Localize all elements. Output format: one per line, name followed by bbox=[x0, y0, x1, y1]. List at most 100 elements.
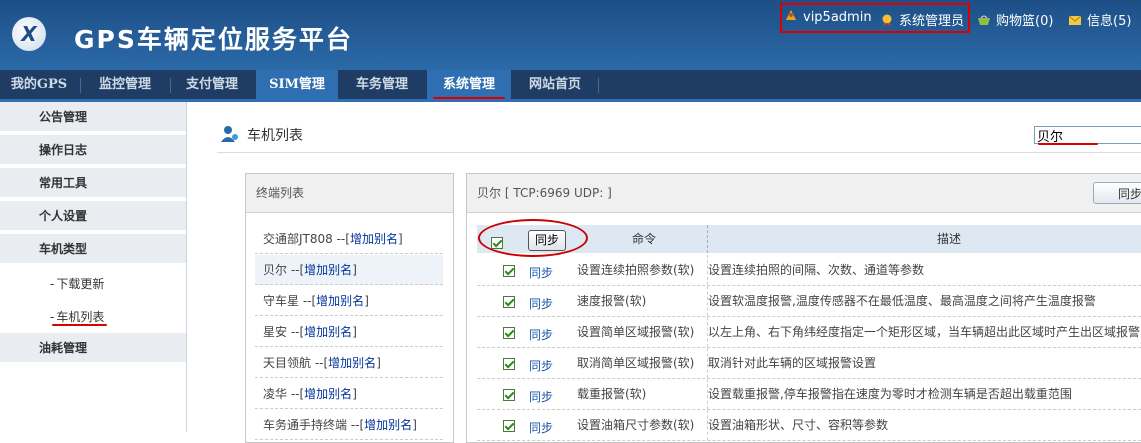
command-row: 同步 速度报警(软) 设置软温度报警,温度传感器不在最低温度、最高温度之间将产生… bbox=[477, 286, 1141, 317]
command-name: 设置油箱尺寸参数(软) bbox=[577, 418, 695, 432]
command-name: 取消简单区域报警(软) bbox=[577, 356, 695, 370]
page-title: 车机列表 bbox=[247, 128, 303, 144]
divider bbox=[217, 152, 1141, 153]
terminal-row[interactable]: 交通部JT808 --[增加别名] bbox=[255, 224, 443, 254]
add-alias-link[interactable]: 增加别名 bbox=[350, 232, 398, 246]
row-sync-link[interactable]: 同步 bbox=[529, 295, 553, 312]
sidebar-sub-download[interactable]: - 下载更新 bbox=[50, 275, 104, 292]
add-alias-link[interactable]: 增加别名 bbox=[316, 294, 364, 308]
sidebar-item-tools[interactable]: 常用工具 bbox=[0, 168, 186, 199]
add-alias-link[interactable]: 增加别名 bbox=[304, 325, 352, 339]
sidebar-item-fuel[interactable]: 油耗管理 bbox=[0, 333, 186, 364]
command-panel-header: 贝尔 [ TCP:6969 UDP: ] bbox=[467, 174, 1141, 213]
command-description: 设置软温度报警,温度传感器不在最低温度、最高温度之间将产生温度报警 bbox=[708, 294, 1096, 308]
row-checkbox[interactable] bbox=[503, 420, 515, 432]
command-description: 以左上角、右下角纬经度指定一个矩形区域，当车辆超出此区域时产生出区域报警 bbox=[708, 325, 1141, 339]
command-row: 同步 设置连续拍照参数(软) 设置连续拍照的间隔、次数、通道等参数 bbox=[477, 255, 1141, 286]
nav-system[interactable]: 系统管理 bbox=[427, 70, 511, 100]
nav-my-gps[interactable]: 我的GPS bbox=[0, 70, 78, 100]
nav-divider bbox=[80, 78, 81, 93]
command-description: 设置连续拍照的间隔、次数、通道等参数 bbox=[708, 263, 925, 277]
command-description: 设置载重报警,停车报警指在速度为零时才检测车辆是否超出载重范围 bbox=[708, 387, 1072, 401]
row-sync-link[interactable]: 同步 bbox=[529, 264, 553, 281]
row-sync-link[interactable]: 同步 bbox=[529, 357, 553, 374]
role-item[interactable]: 系统管理员 bbox=[880, 10, 964, 29]
sidebar-item-settings[interactable]: 个人设置 bbox=[0, 201, 186, 232]
row-checkbox[interactable] bbox=[503, 265, 515, 277]
terminal-row[interactable]: 守车星 --[增加别名] bbox=[255, 286, 443, 316]
logo-icon: X bbox=[12, 17, 46, 51]
command-row: 同步 设置简单区域报警(软) 以左上角、右下角纬经度指定一个矩形区域，当车辆超出… bbox=[477, 317, 1141, 348]
annotation-underline bbox=[52, 324, 107, 326]
command-description: 设置油箱形状、尺寸、容积等参数 bbox=[708, 418, 889, 432]
cart-link[interactable]: 购物篮(0) bbox=[977, 10, 1053, 29]
nav-monitor[interactable]: 监控管理 bbox=[82, 70, 168, 100]
column-command: 命令 bbox=[632, 232, 657, 246]
annotation-underline bbox=[1038, 143, 1098, 145]
row-sync-link[interactable]: 同步 bbox=[529, 419, 553, 436]
add-alias-link[interactable]: 增加别名 bbox=[328, 356, 376, 370]
sidebar-item-device-type[interactable]: 车机类型 bbox=[0, 234, 186, 265]
search-input[interactable] bbox=[1034, 126, 1141, 144]
nav-divider bbox=[170, 78, 171, 93]
row-checkbox[interactable] bbox=[503, 389, 515, 401]
add-alias-link[interactable]: 增加别名 bbox=[364, 418, 412, 432]
annotation-circle bbox=[478, 219, 588, 257]
user-list-icon bbox=[221, 126, 238, 142]
annotation-underline bbox=[433, 97, 505, 99]
sidebar-sub-device-list[interactable]: - 车机列表 bbox=[50, 308, 104, 325]
terminal-row[interactable]: 星安 --[增加别名] bbox=[255, 317, 443, 347]
command-description: 取消针对此车辆的区域报警设置 bbox=[708, 356, 877, 370]
row-checkbox[interactable] bbox=[503, 327, 515, 339]
nav-sim[interactable]: SIM管理 bbox=[256, 70, 338, 100]
command-row: 同步 取消简单区域报警(软) 取消针对此车辆的区域报警设置 bbox=[477, 348, 1141, 379]
medal-icon bbox=[882, 14, 892, 26]
row-sync-link[interactable]: 同步 bbox=[529, 388, 553, 405]
messages-link[interactable]: 信息(5) bbox=[1068, 10, 1131, 29]
terminal-name: 守车星 bbox=[263, 294, 300, 308]
column-divider bbox=[707, 225, 708, 253]
terminal-row[interactable]: 贝尔 --[增加别名] bbox=[255, 255, 443, 285]
sync-all-button[interactable]: 同步 bbox=[1093, 182, 1141, 204]
column-description: 描述 bbox=[937, 232, 962, 246]
main-nav: 我的GPS 监控管理 支付管理 SIM管理 车务管理 系统管理 网站首页 bbox=[0, 70, 1141, 100]
terminal-row[interactable]: 车务通手持终端 --[增加别名] bbox=[255, 410, 443, 440]
sidebar-item-notice[interactable]: 公告管理 bbox=[0, 102, 186, 133]
app-title: GPS车辆定位服务平台 bbox=[74, 25, 353, 54]
role-text: 系统管理员 bbox=[899, 14, 965, 29]
app-header: X GPS车辆定位服务平台 vip5admin 系统管理员 购物篮(0) 信息(… bbox=[0, 0, 1141, 70]
terminal-name: 车务通手持终端 bbox=[263, 418, 348, 432]
sidebar-item-log[interactable]: 操作日志 bbox=[0, 135, 186, 166]
add-alias-link[interactable]: 增加别名 bbox=[304, 263, 352, 277]
username-item[interactable]: vip5admin bbox=[784, 10, 872, 25]
nav-home[interactable]: 网站首页 bbox=[513, 70, 597, 100]
row-checkbox[interactable] bbox=[503, 358, 515, 370]
command-row: 同步 载重报警(软) 设置载重报警,停车报警指在速度为零时才检测车辆是否超出载重… bbox=[477, 379, 1141, 410]
command-name: 速度报警(软) bbox=[577, 294, 647, 308]
envelope-icon bbox=[1068, 15, 1082, 25]
command-name: 设置简单区域报警(软) bbox=[577, 325, 695, 339]
row-checkbox[interactable] bbox=[503, 296, 515, 308]
username-text: vip5admin bbox=[803, 10, 872, 25]
sidebar-sub-label: 下载更新 bbox=[56, 277, 105, 291]
command-name: 设置连续拍照参数(软) bbox=[577, 263, 695, 277]
nav-divider bbox=[598, 78, 599, 93]
row-sync-link[interactable]: 同步 bbox=[529, 326, 553, 343]
user-icon bbox=[786, 10, 796, 20]
cart-text: 购物篮(0) bbox=[996, 14, 1054, 29]
command-name: 载重报警(软) bbox=[577, 387, 647, 401]
command-row: 同步 设置油箱尺寸参数(软) 设置油箱形状、尺寸、容积等参数 bbox=[477, 410, 1141, 441]
nav-vehicle[interactable]: 车务管理 bbox=[340, 70, 424, 100]
nav-payment[interactable]: 支付管理 bbox=[172, 70, 252, 100]
terminal-list-header: 终端列表 bbox=[246, 174, 453, 213]
sidebar: 公告管理 操作日志 常用工具 个人设置 车机类型 - 下载更新 - 车机列表 油耗管… bbox=[0, 102, 187, 432]
add-alias-link[interactable]: 增加别名 bbox=[304, 387, 352, 401]
terminal-row[interactable]: 天目领航 --[增加别名] bbox=[255, 348, 443, 378]
terminal-row[interactable]: 凌华 --[增加别名] bbox=[255, 379, 443, 409]
terminal-name: 贝尔 bbox=[263, 263, 288, 277]
messages-text: 信息(5) bbox=[1087, 14, 1132, 29]
terminal-name: 凌华 bbox=[263, 387, 288, 401]
sidebar-sub-label: 车机列表 bbox=[56, 310, 105, 324]
basket-icon bbox=[978, 15, 990, 25]
terminal-name: 天目领航 bbox=[263, 356, 312, 370]
